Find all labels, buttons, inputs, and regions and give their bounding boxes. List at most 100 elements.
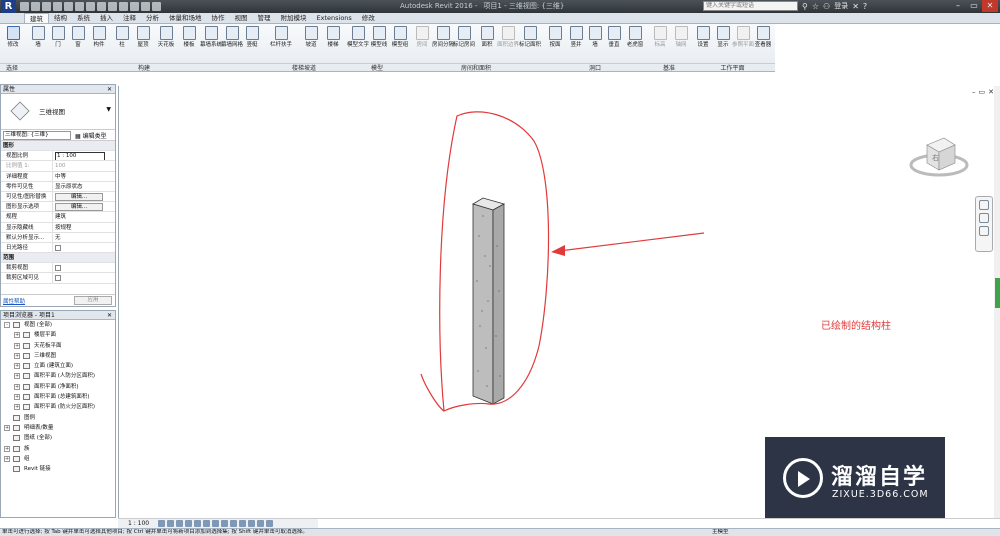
grid-button[interactable]: 轴网 <box>670 26 692 62</box>
browser-item[interactable]: + 族 <box>1 444 115 454</box>
by-face-button[interactable]: 按面 <box>544 26 566 62</box>
temp-properties-icon[interactable] <box>248 520 255 527</box>
crop-view-icon[interactable] <box>203 520 210 527</box>
browser-item[interactable]: 图纸 (全部) <box>1 433 115 443</box>
vertical-scrollbar[interactable] <box>994 86 1000 518</box>
model-text-button[interactable]: 模型文字 <box>347 26 369 62</box>
property-row[interactable]: 视图比例 1 : 100 <box>1 151 115 162</box>
tab-massing-site[interactable]: 体量和场地 <box>164 13 207 23</box>
property-row[interactable]: 零件可见性 显示原状态 <box>1 181 115 192</box>
instance-selector[interactable]: 三维视图: {三维} <box>3 131 71 140</box>
help-icon[interactable]: ? <box>863 2 867 11</box>
section-icon[interactable] <box>119 2 128 11</box>
property-value[interactable]: 1 : 100 <box>55 152 105 161</box>
ceiling-button[interactable]: 天花板 <box>155 26 177 62</box>
highlight-icon[interactable] <box>266 520 273 527</box>
property-row[interactable]: 裁剪视图 <box>1 263 115 274</box>
tab-architecture[interactable]: 建筑 <box>24 13 49 23</box>
tag-area-button[interactable]: 标记面积 <box>519 26 541 62</box>
room-button[interactable]: 房间 <box>411 26 433 62</box>
measure-icon[interactable] <box>75 2 84 11</box>
browser-item[interactable]: + 楼层平面 <box>1 330 115 340</box>
orbit-icon[interactable] <box>979 226 989 236</box>
set-workplane-button[interactable]: 设置 <box>692 26 714 62</box>
tab-systems[interactable]: 系统 <box>72 13 95 23</box>
text-icon[interactable] <box>97 2 106 11</box>
edit-type-button[interactable]: ▦ 编辑类型 <box>75 131 107 140</box>
curtain-grid-button[interactable]: 幕墙网格 <box>221 26 243 62</box>
property-edit-button[interactable]: 编辑... <box>53 202 115 212</box>
browser-item[interactable]: + 面积平面 (总建筑面积) <box>1 392 115 402</box>
curtain-system-button[interactable]: 幕墙系统 <box>200 26 222 62</box>
roof-button[interactable]: 屋顶 <box>132 26 154 62</box>
property-group[interactable]: 范围 <box>1 253 115 264</box>
type-selector[interactable]: 三维视图 ▼ <box>1 94 115 130</box>
shadows-icon[interactable] <box>185 520 192 527</box>
lock-view-icon[interactable] <box>221 520 228 527</box>
steering-wheel-icon[interactable] <box>979 200 989 210</box>
close-icon[interactable]: ✕ <box>107 311 112 320</box>
switch-windows-icon[interactable] <box>152 2 161 11</box>
zoom-icon[interactable] <box>979 213 989 223</box>
browser-item[interactable]: + 组 <box>1 454 115 464</box>
property-group[interactable]: 图形 <box>1 141 115 152</box>
model-line-button[interactable]: 模型线 <box>368 26 390 62</box>
expand-icon[interactable]: + <box>14 332 20 339</box>
property-value[interactable]: 编辑... <box>55 203 103 212</box>
stair-button[interactable]: 楼梯 <box>322 26 344 62</box>
open-icon[interactable] <box>20 2 29 11</box>
property-row[interactable]: 可见性/图形替换 编辑... <box>1 191 115 203</box>
expand-icon[interactable]: + <box>4 445 10 452</box>
active-model[interactable]: 主模型 <box>712 529 729 536</box>
railing-button[interactable]: 栏杆扶手 <box>270 26 292 62</box>
tab-view[interactable]: 视图 <box>230 13 253 23</box>
property-row[interactable]: 日光路径 <box>1 242 115 254</box>
save-icon[interactable] <box>31 2 40 11</box>
ramp-button[interactable]: 坡道 <box>300 26 322 62</box>
analytical-model-icon[interactable] <box>257 520 264 527</box>
tag-room-button[interactable]: 标记房间 <box>453 26 475 62</box>
binoculars-icon[interactable]: ⚲ <box>802 2 808 11</box>
structural-column[interactable] <box>472 197 506 405</box>
sun-path-icon[interactable] <box>176 520 183 527</box>
checkbox[interactable] <box>55 244 61 251</box>
maximize-button[interactable]: ▭ <box>966 0 982 12</box>
search-input[interactable]: 键入关键字或短语 <box>703 1 798 11</box>
collapse-icon[interactable]: - <box>4 322 10 328</box>
browser-item[interactable]: + 三维视图 <box>1 351 115 361</box>
render-icon[interactable] <box>194 520 201 527</box>
level-button[interactable]: 标高 <box>649 26 671 62</box>
wall-button[interactable]: 墙 <box>27 26 49 62</box>
property-checkbox[interactable] <box>53 273 115 282</box>
properties-help-link[interactable]: 属性帮助 <box>3 297 25 305</box>
exchange-icon[interactable]: ✕ <box>852 2 859 11</box>
property-row[interactable]: 裁剪区域可见 <box>1 273 115 284</box>
show-crop-icon[interactable] <box>212 520 219 527</box>
expand-icon[interactable]: + <box>4 455 10 462</box>
property-row[interactable]: 比例值 1: 100 <box>1 161 115 172</box>
checkbox[interactable] <box>55 265 61 272</box>
scroll-thumb[interactable] <box>995 278 1000 308</box>
property-row[interactable]: 默认分析显示... 无 <box>1 232 115 243</box>
model-group-button[interactable]: 模型组 <box>389 26 411 62</box>
browser-item[interactable]: + 立面 (建筑立面) <box>1 361 115 371</box>
print-icon[interactable] <box>64 2 73 11</box>
property-input[interactable]: 1 : 100 <box>53 151 115 161</box>
viewer-button[interactable]: 查看器 <box>752 26 774 62</box>
thin-lines-icon[interactable] <box>130 2 139 11</box>
expand-icon[interactable]: + <box>14 342 20 349</box>
column-button[interactable]: 柱 <box>111 26 133 62</box>
browser-item[interactable]: - 视图 (全部) <box>1 320 115 330</box>
tab-addins[interactable]: 附加模块 <box>276 13 312 23</box>
property-value[interactable]: 中等 <box>53 172 115 181</box>
view-scale[interactable]: 1 : 100 <box>128 520 149 527</box>
door-button[interactable]: 门 <box>47 26 69 62</box>
star-icon[interactable]: ☆ <box>812 2 819 11</box>
undo-icon[interactable] <box>42 2 51 11</box>
room-separator-button[interactable]: 房间分隔 <box>432 26 454 62</box>
property-value[interactable]: 显示原状态 <box>53 182 115 191</box>
reveal-hidden-icon[interactable] <box>239 520 246 527</box>
show-workplane-button[interactable]: 显示 <box>712 26 734 62</box>
vertical-opening-button[interactable]: 垂直 <box>603 26 625 62</box>
browser-item[interactable]: + 面积平面 (净面积) <box>1 382 115 392</box>
